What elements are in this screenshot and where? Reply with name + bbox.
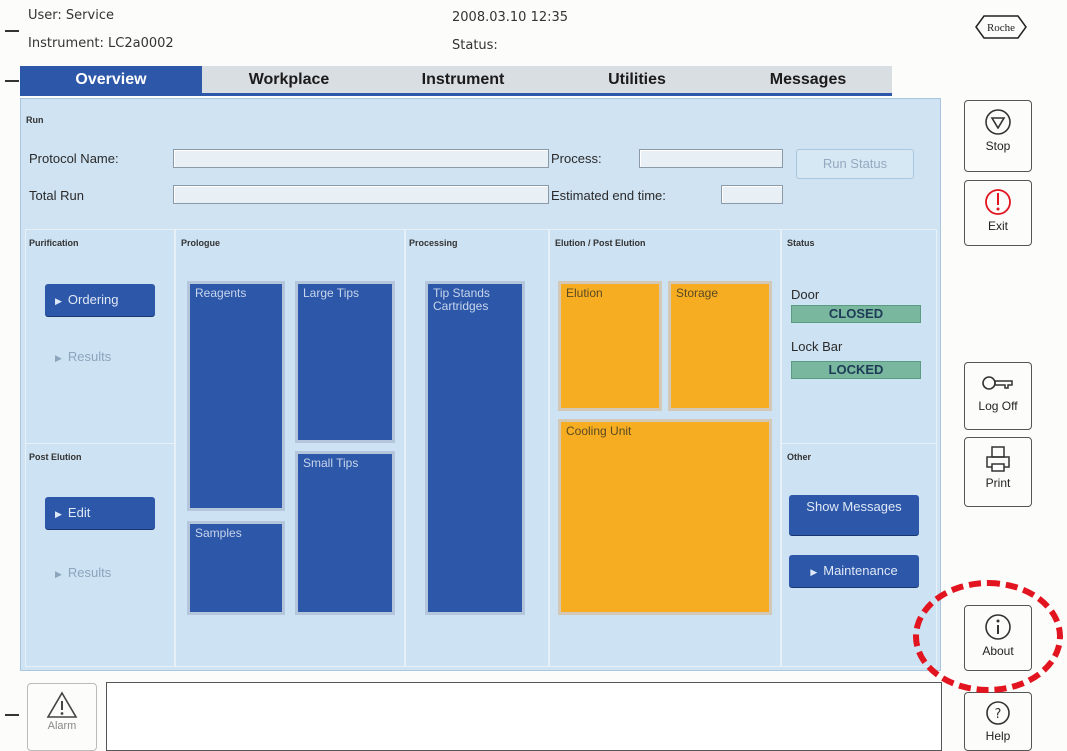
ordering-button[interactable]: ▶ Ordering [45, 284, 155, 316]
exit-icon [985, 189, 1011, 215]
arrow-right-icon: ▶ [55, 509, 62, 519]
stop-icon [985, 109, 1011, 135]
post-elution-results-label: Results [67, 565, 112, 580]
arrow-right-icon: ▶ [55, 296, 62, 306]
estimated-end-time-field [721, 185, 783, 204]
purification-title: Purification [29, 238, 79, 248]
arrow-right-icon: ▶ [55, 569, 62, 579]
protocol-name-label: Protocol Name: [29, 151, 119, 166]
lock-bar-status-badge: LOCKED [791, 361, 921, 379]
tab-overview[interactable]: Overview [20, 66, 202, 93]
exit-button[interactable]: Exit [964, 180, 1032, 246]
arrow-right-icon: ▶ [55, 353, 62, 363]
message-box [106, 682, 942, 751]
elution-block[interactable]: Elution [558, 281, 662, 411]
logo-text: Roche [987, 22, 1015, 34]
tab-bar: Overview Workplace Instrument Utilities … [20, 66, 892, 96]
other-title: Other [787, 452, 812, 462]
overview-panel: Run Protocol Name: Process: Run Status T… [20, 98, 941, 671]
printer-icon [986, 446, 1010, 472]
header-tick-mark [5, 80, 19, 82]
datetime-label: 2008.03.10 12:35 [452, 10, 569, 25]
divider [781, 443, 937, 444]
results-button[interactable]: ▶ Results [45, 341, 155, 373]
storage-block[interactable]: Storage [668, 281, 772, 411]
alarm-label: Alarm [47, 720, 77, 732]
divider [25, 443, 175, 444]
ordering-label: Ordering [67, 292, 119, 307]
large-tips-block[interactable]: Large Tips [295, 281, 395, 443]
post-elution-results-button[interactable]: ▶ Results [45, 557, 155, 589]
edit-button[interactable]: ▶ Edit [45, 497, 155, 529]
log-off-label: Log Off [978, 399, 1018, 413]
tip-stands-cartridges-block[interactable]: Tip Stands Cartridges [425, 281, 525, 615]
results-label: Results [67, 349, 112, 364]
show-messages-label: Show Messages [806, 499, 902, 514]
help-icon: ? [986, 701, 1010, 725]
user-label: User: Service [28, 8, 114, 23]
about-label: About [982, 644, 1014, 658]
process-label: Process: [551, 151, 602, 166]
estimated-end-time-label: Estimated end time: [551, 188, 666, 203]
tab-workplace[interactable]: Workplace [202, 66, 376, 93]
tab-messages[interactable]: Messages [724, 66, 892, 93]
run-status-button[interactable]: Run Status [796, 149, 914, 179]
maintenance-label: Maintenance [823, 563, 898, 578]
lock-bar-label: Lock Bar [791, 339, 843, 354]
stop-label: Stop [985, 139, 1011, 153]
elution-title: Elution / Post Elution [555, 238, 646, 248]
print-label: Print [985, 476, 1011, 490]
header-tick-mark [5, 30, 19, 32]
reagents-block[interactable]: Reagents [187, 281, 285, 511]
cooling-unit-block[interactable]: Cooling Unit [558, 419, 772, 615]
total-run-label: Total Run [29, 188, 84, 203]
maintenance-button[interactable]: ▶ Maintenance [789, 555, 919, 587]
about-button[interactable]: About [964, 605, 1032, 671]
info-icon [985, 614, 1011, 640]
post-elution-title: Post Elution [29, 452, 82, 462]
door-label: Door [791, 287, 820, 302]
small-tips-block[interactable]: Small Tips [295, 451, 395, 615]
tab-instrument[interactable]: Instrument [376, 66, 550, 93]
tab-utilities[interactable]: Utilities [550, 66, 724, 93]
key-icon [982, 376, 1013, 390]
stop-button[interactable]: Stop [964, 100, 1032, 172]
status-title: Status [787, 238, 815, 248]
svg-text:?: ? [995, 707, 1002, 722]
processing-title: Processing [409, 238, 458, 248]
roche-logo: Roche [970, 12, 1032, 42]
run-section-title: Run [26, 115, 44, 125]
show-messages-button[interactable]: Show Messages [789, 495, 919, 535]
instrument-label: Instrument: LC2a0002 [28, 36, 174, 51]
footer-tick-mark [5, 714, 19, 716]
protocol-name-field [173, 149, 549, 168]
process-field [639, 149, 783, 168]
log-off-button[interactable]: Log Off [964, 362, 1032, 430]
exit-label: Exit [987, 219, 1008, 233]
warning-icon [46, 691, 78, 718]
prologue-title: Prologue [181, 238, 221, 248]
alarm-button[interactable]: Alarm [27, 683, 97, 751]
status-label: Status: [452, 38, 498, 53]
print-button[interactable]: Print [964, 437, 1032, 507]
help-label: Help [985, 729, 1011, 743]
arrow-right-icon: ▶ [810, 567, 818, 577]
samples-block[interactable]: Samples [187, 521, 285, 615]
help-button[interactable]: ? Help [964, 692, 1032, 751]
total-run-field [173, 185, 549, 204]
edit-label: Edit [67, 505, 91, 520]
door-status-badge: CLOSED [791, 305, 921, 323]
